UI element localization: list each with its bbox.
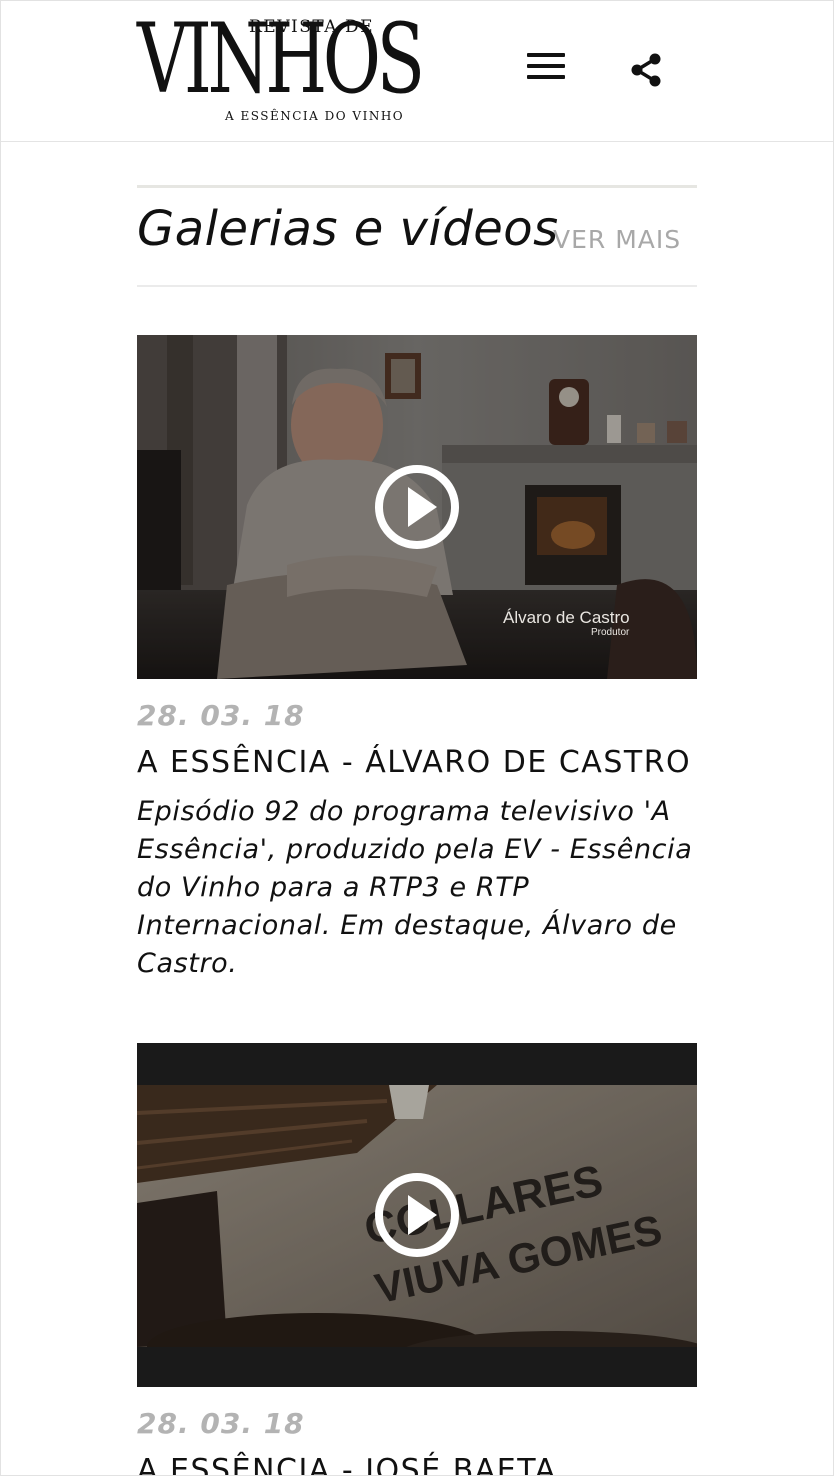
caption-role: Produtor [591, 627, 630, 638]
logo-main-text: VINHOS [137, 3, 425, 115]
logo-tagline: A ESSÊNCIA DO VINHO [225, 109, 405, 123]
share-icon-graphic [631, 53, 661, 87]
site-header: REVISTA DE VINHOS A ESSÊNCIA DO VINHO [1, 1, 833, 142]
menu-bar [527, 53, 565, 57]
item-title[interactable]: A ESSÊNCIA - ÁLVARO DE CASTRO [137, 745, 691, 780]
section-title: Galerias e vídeos [137, 201, 559, 257]
site-logo[interactable]: REVISTA DE VINHOS A ESSÊNCIA DO VINHO [137, 9, 491, 127]
video-thumbnail[interactable]: COLLARES VIUVA GOMES [137, 1043, 697, 1387]
section-top-rule [137, 185, 697, 188]
section-bottom-rule [137, 285, 697, 287]
item-date: 28. 03. 18 [137, 1407, 305, 1440]
play-icon[interactable] [373, 463, 461, 551]
menu-bar [527, 64, 565, 68]
menu-bar [527, 75, 565, 79]
caption-name: Álvaro de Castro [503, 608, 630, 627]
ver-mais-link[interactable]: VER MAIS [553, 225, 681, 254]
page: REVISTA DE VINHOS A ESSÊNCIA DO VINHO Ga… [0, 0, 834, 1476]
play-icon[interactable] [373, 1171, 461, 1259]
hamburger-menu-icon[interactable] [527, 53, 565, 85]
video-thumbnail[interactable]: Álvaro de Castro Produtor [137, 335, 697, 679]
share-icon[interactable] [627, 51, 665, 89]
item-description: Episódio 92 do programa televisivo 'A Es… [137, 796, 693, 979]
item-title[interactable]: A ESSÊNCIA - JOSÉ BAETA [137, 1453, 557, 1475]
item-date: 28. 03. 18 [137, 699, 305, 732]
